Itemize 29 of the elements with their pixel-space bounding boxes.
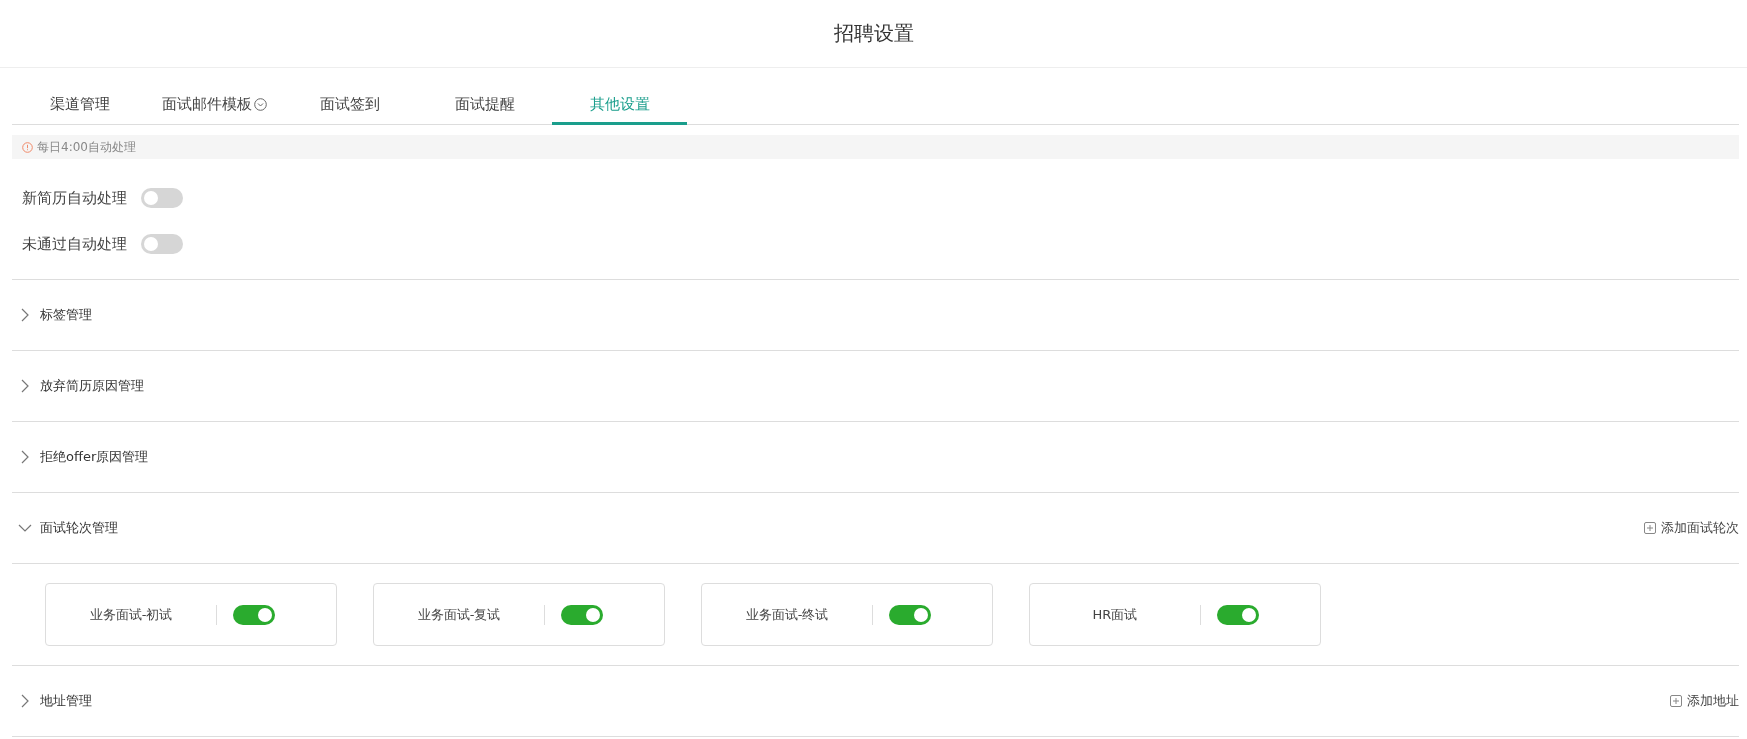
section-title: 放弃简历原因管理 bbox=[40, 377, 145, 395]
page-title: 招聘设置 bbox=[833, 20, 914, 47]
round-label: 业务面试-初试 bbox=[46, 604, 217, 625]
setting-label: 未通过自动处理 bbox=[22, 234, 127, 254]
toggle-switch[interactable] bbox=[561, 604, 603, 625]
toggle-switch[interactable] bbox=[141, 188, 183, 208]
add-link[interactable]: 添加地址 bbox=[1670, 692, 1739, 710]
notice-text: 每日4:00自动处理 bbox=[37, 138, 136, 156]
section-title: 拒绝offer原因管理 bbox=[40, 448, 150, 466]
round-label: HR面试 bbox=[1030, 604, 1201, 625]
add-link[interactable]: 添加面试轮次 bbox=[1644, 519, 1739, 537]
tab[interactable]: 面试签到 bbox=[282, 86, 417, 125]
section-title: 面试轮次管理 bbox=[40, 519, 119, 537]
plus-icon bbox=[1644, 522, 1656, 534]
round-label: 业务面试-复试 bbox=[374, 604, 545, 625]
tab[interactable]: 渠道管理 bbox=[12, 86, 147, 125]
section-title: 地址管理 bbox=[40, 692, 93, 710]
chevron-circle-icon bbox=[254, 97, 267, 111]
toggle-switch[interactable] bbox=[1217, 604, 1259, 625]
toggle-switch[interactable] bbox=[889, 604, 931, 625]
tab[interactable]: 面试邮件模板 bbox=[147, 86, 282, 125]
toggle-switch[interactable] bbox=[141, 234, 183, 254]
round-label: 业务面试-终试 bbox=[702, 604, 873, 625]
warning-icon bbox=[22, 141, 33, 153]
toggle-switch[interactable] bbox=[233, 604, 275, 625]
tab[interactable]: 面试提醒 bbox=[417, 86, 552, 125]
setting-label: 新简历自动处理 bbox=[22, 188, 127, 208]
plus-icon bbox=[1670, 695, 1682, 707]
section-title: 标签管理 bbox=[40, 306, 93, 324]
